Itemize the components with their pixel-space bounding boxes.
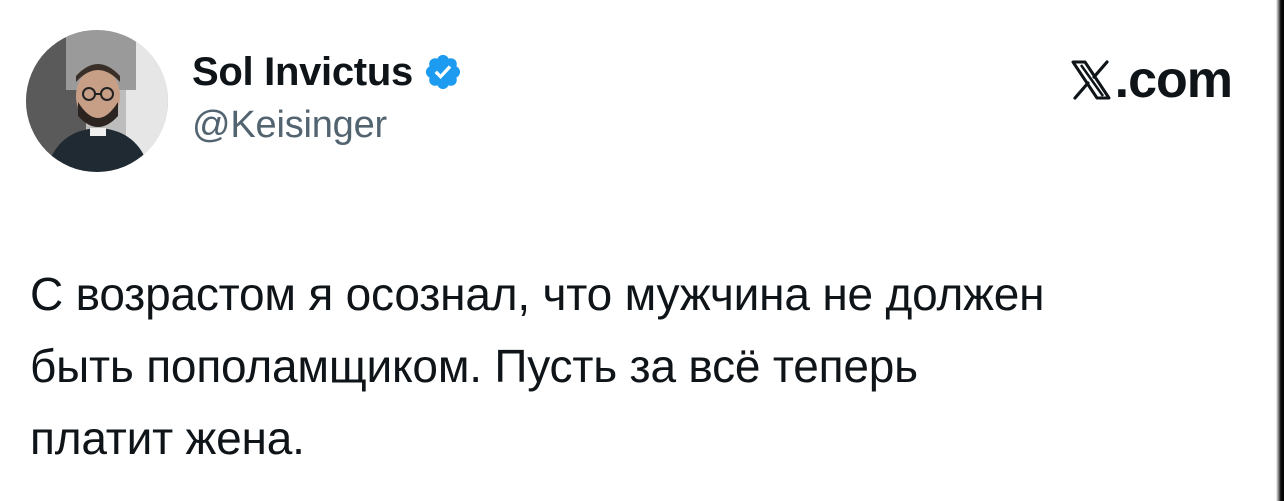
handle[interactable]: @Keisinger xyxy=(192,104,463,147)
tweet-card: Sol Invictus @Keisinger .com С возрастом… xyxy=(0,0,1284,501)
display-name[interactable]: Sol Invictus xyxy=(192,50,413,95)
x-logo-icon xyxy=(1069,58,1113,102)
name-row: Sol Invictus xyxy=(192,48,463,96)
tweet-line: С возрастом я осознал, что мужчина не до… xyxy=(30,268,1045,320)
verified-badge-icon xyxy=(423,52,463,92)
profile-photo-icon xyxy=(26,30,168,172)
tweet-text: С возрастом я осознал, что мужчина не до… xyxy=(30,258,1255,474)
brand-text: .com xyxy=(1114,51,1233,109)
tweet-line: быть пополамщиком. Пусть за всё теперь xyxy=(30,340,918,392)
author-block: Sol Invictus @Keisinger xyxy=(192,48,463,147)
screen-edge xyxy=(1276,0,1284,501)
tweet-line: платит жена. xyxy=(30,412,305,464)
avatar[interactable] xyxy=(26,30,168,172)
brand: .com xyxy=(1069,51,1233,109)
